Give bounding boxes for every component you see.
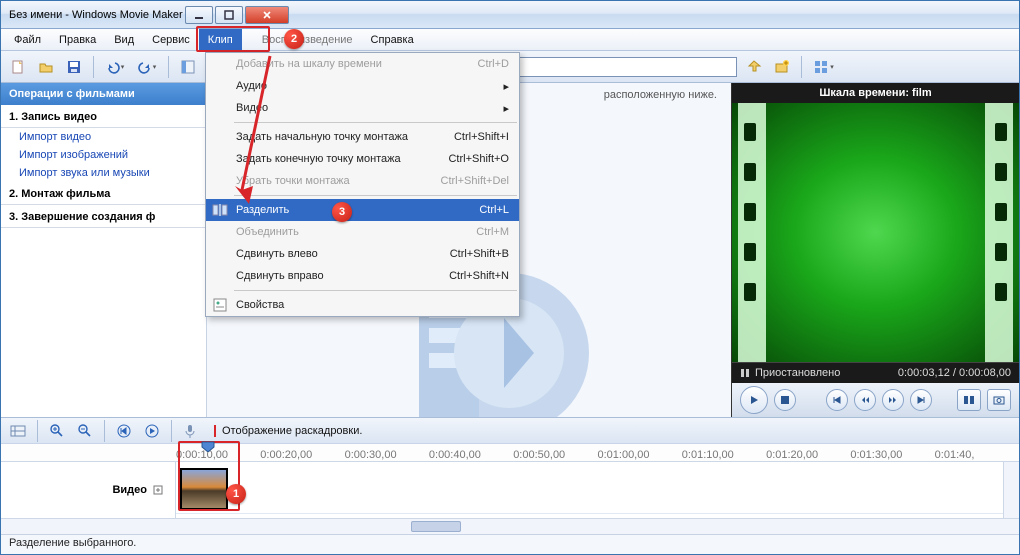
snapshot-button[interactable] (987, 389, 1011, 411)
link-import-video[interactable]: Импорт видео (1, 128, 206, 146)
narrate-icon[interactable] (180, 420, 202, 442)
video-track-label: Видео (1, 462, 176, 518)
prev-clip-button[interactable] (826, 389, 848, 411)
section-finish[interactable]: 3. Завершение создания ф (1, 205, 206, 228)
view-thumbnails-button[interactable]: ▾ (810, 56, 836, 78)
split-icon (212, 202, 228, 218)
up-level-icon[interactable] (743, 56, 765, 78)
titlebar: Без имени - Windows Movie Maker (1, 1, 1019, 29)
storyboard-toggle-icon[interactable] (7, 420, 29, 442)
timeline-area: Отображение раскадровки. 0:00:10,00 0:00… (1, 417, 1019, 534)
video-track[interactable] (176, 466, 1019, 514)
timeline-play-icon[interactable] (141, 420, 163, 442)
menu-file[interactable]: Файл (5, 29, 50, 50)
section-capture[interactable]: 1. Запись видео (1, 105, 206, 128)
new-folder-icon[interactable] (771, 56, 793, 78)
preview-screen[interactable] (732, 103, 1019, 362)
menu-audio-submenu[interactable]: Аудио▸ (206, 75, 519, 97)
new-project-icon[interactable] (7, 56, 29, 78)
link-import-images[interactable]: Импорт изображений (1, 146, 206, 164)
menu-edit[interactable]: Правка (50, 29, 105, 50)
menu-add-timeline[interactable]: Добавить на шкалу времениCtrl+D (206, 53, 519, 75)
expand-track-icon[interactable] (153, 485, 163, 495)
properties-icon (212, 297, 228, 313)
timeline-message[interactable]: Отображение раскадровки. (214, 425, 362, 437)
timeline-vscroll[interactable] (1003, 462, 1019, 518)
close-button[interactable] (245, 6, 289, 24)
zoom-in-icon[interactable] (46, 420, 68, 442)
split-clip-button[interactable] (957, 389, 981, 411)
menu-combine[interactable]: ОбъединитьCtrl+M (206, 221, 519, 243)
timeline-ruler[interactable]: 0:00:10,00 0:00:20,00 0:00:30,00 0:00:40… (1, 444, 1019, 462)
window-title: Без имени - Windows Movie Maker (9, 9, 183, 21)
preview-status-bar: Приостановлено 0:00:03,12 / 0:00:08,00 (732, 362, 1019, 383)
callout-3: 3 (332, 202, 352, 222)
menubar: Файл Правка Вид Сервис Клип Воспроизведе… (1, 29, 1019, 51)
callout-2: 2 (284, 29, 304, 49)
section-edit[interactable]: 2. Монтаж фильма (1, 182, 206, 205)
preview-timecode: 0:00:03,12 / 0:00:08,00 (898, 367, 1011, 379)
pause-icon (740, 368, 750, 378)
open-icon[interactable] (35, 56, 57, 78)
menu-clip[interactable]: Клип (199, 29, 242, 50)
redo-button[interactable]: ▾ (134, 56, 160, 78)
timeline-clip[interactable] (180, 468, 228, 510)
minimize-button[interactable] (185, 6, 213, 24)
menu-split[interactable]: РазделитьCtrl+L (206, 199, 519, 221)
menu-video-submenu[interactable]: Видео▸ (206, 97, 519, 119)
preview-status-text: Приостановлено (755, 367, 840, 379)
link-import-audio[interactable]: Импорт звука или музыки (1, 164, 206, 182)
statusbar-text: Разделение выбранного. (9, 537, 136, 549)
zoom-out-icon[interactable] (74, 420, 96, 442)
forward-button[interactable] (882, 389, 904, 411)
undo-button[interactable]: ▾ (102, 56, 128, 78)
menu-properties[interactable]: Свойства (206, 294, 519, 316)
maximize-button[interactable] (215, 6, 243, 24)
menu-view[interactable]: Вид (105, 29, 143, 50)
play-button[interactable] (740, 386, 768, 414)
timeline-rewind-icon[interactable] (113, 420, 135, 442)
rewind-button[interactable] (854, 389, 876, 411)
timeline-hscroll[interactable] (1, 518, 1019, 534)
menu-clear-trim[interactable]: Убрать точки монтажаCtrl+Shift+Del (206, 170, 519, 192)
task-pane: Операции с фильмами 1. Запись видео Импо… (1, 83, 207, 417)
preview-title: Шкала времени: film (732, 83, 1019, 103)
callout-1: 1 (226, 484, 246, 504)
preview-pane: Шкала времени: film Приостановлено 0:00:… (731, 83, 1019, 417)
clip-menu-dropdown: Добавить на шкалу времениCtrl+D Аудио▸ В… (205, 52, 520, 317)
menu-help[interactable]: Справка (362, 29, 423, 50)
menu-nudge-right[interactable]: Сдвинуть вправоCtrl+Shift+N (206, 265, 519, 287)
menu-set-start-trim[interactable]: Задать начальную точку монтажаCtrl+Shift… (206, 126, 519, 148)
playhead-marker-icon[interactable] (201, 441, 215, 452)
tasks-pane-icon[interactable] (177, 56, 199, 78)
taskpane-header: Операции с фильмами (1, 83, 206, 105)
stop-button[interactable] (774, 389, 796, 411)
menu-set-end-trim[interactable]: Задать конечную точку монтажаCtrl+Shift+… (206, 148, 519, 170)
preview-controls (732, 383, 1019, 417)
next-clip-button[interactable] (910, 389, 932, 411)
statusbar: Разделение выбранного. (1, 534, 1019, 554)
save-icon[interactable] (63, 56, 85, 78)
menu-tools[interactable]: Сервис (143, 29, 199, 50)
menu-nudge-left[interactable]: Сдвинуть влевоCtrl+Shift+B (206, 243, 519, 265)
collection-combo[interactable] (487, 57, 737, 77)
